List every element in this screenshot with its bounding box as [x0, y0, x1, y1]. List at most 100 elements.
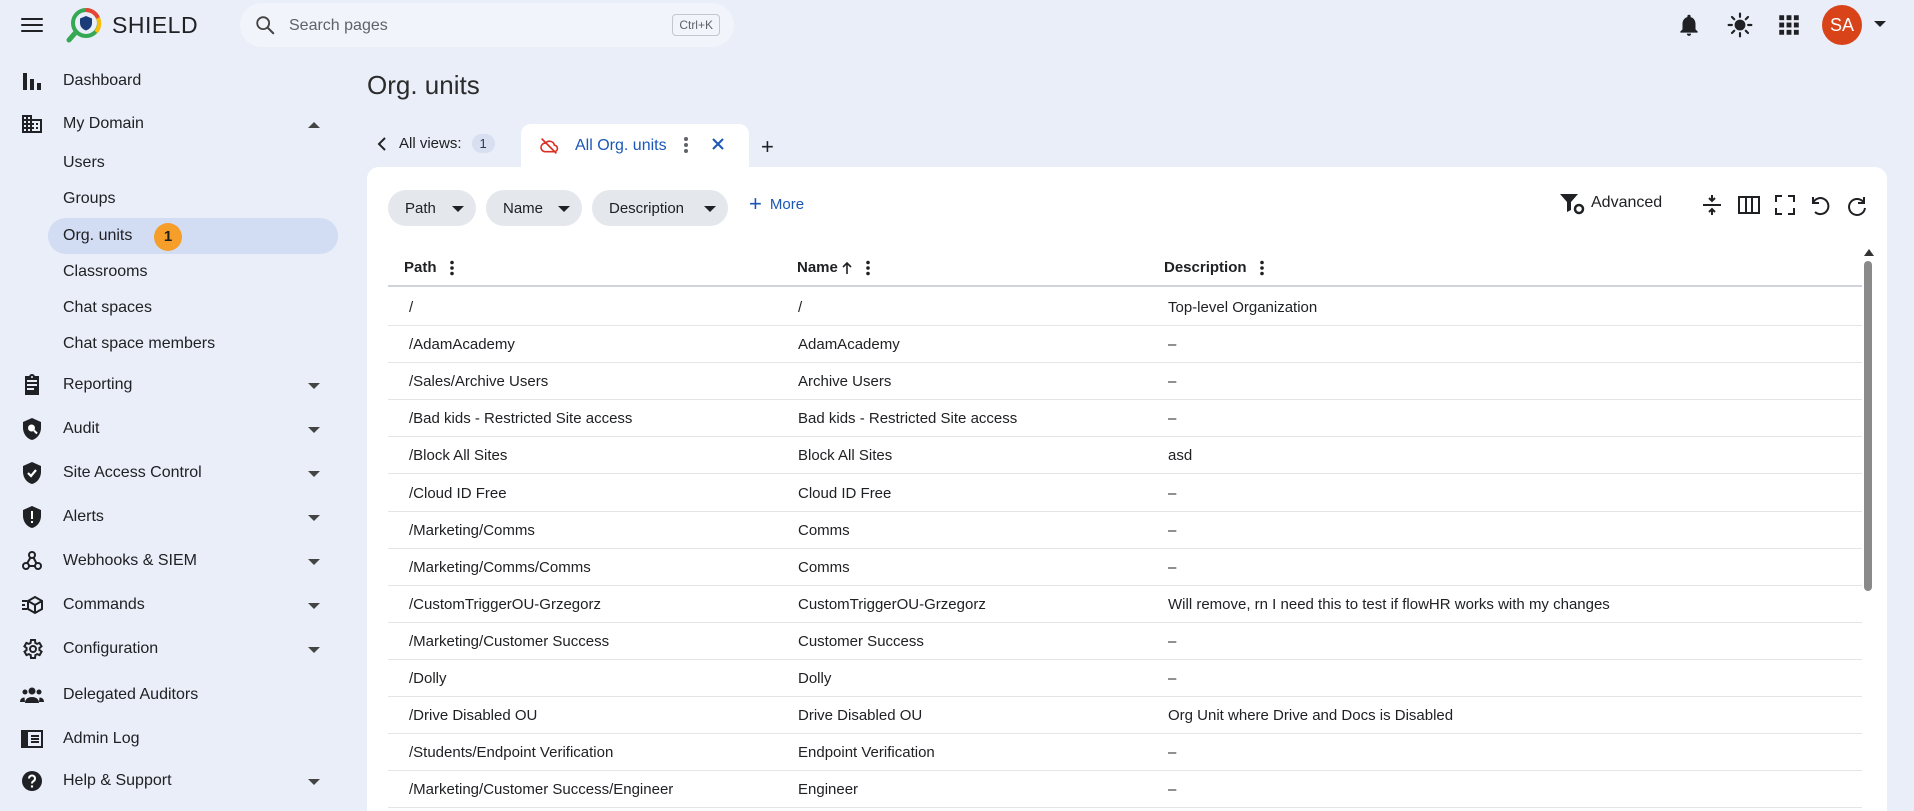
- sidebar-subitem-classrooms[interactable]: Classrooms: [48, 254, 338, 290]
- sidebar-item-reporting[interactable]: Reporting: [0, 367, 345, 403]
- commands-icon: [22, 595, 43, 615]
- sidebar-subitem-chat-spaces[interactable]: Chat spaces: [48, 290, 338, 326]
- table-row[interactable]: /Marketing/Customer Success/Engineer Engi…: [388, 771, 1862, 809]
- cell-path: /Drive Disabled OU: [409, 707, 538, 725]
- sidebar-item-my-domain[interactable]: My Domain: [0, 106, 345, 142]
- cell-path: /Marketing/Customer Success/Engineer: [409, 781, 674, 799]
- notifications-bell-icon[interactable]: [1676, 12, 1702, 38]
- menu-icon[interactable]: [20, 14, 44, 36]
- table-row[interactable]: /CustomTriggerOU-Grzegorz CustomTriggerOU…: [388, 586, 1862, 623]
- sidebar-item-alerts[interactable]: Alerts: [0, 499, 345, 535]
- sidebar-subitem-users[interactable]: Users: [48, 145, 338, 181]
- sort-ascending-icon: [842, 261, 852, 274]
- cell-name: Archive Users: [798, 373, 892, 391]
- chevron-down-icon: [558, 206, 570, 212]
- log-icon: [21, 730, 43, 748]
- filter-name[interactable]: Name: [486, 190, 582, 226]
- column-label: Description: [1164, 259, 1247, 276]
- sidebar-item-admin-log[interactable]: Admin Log: [0, 721, 345, 757]
- table-row[interactable]: /AdamAcademy AdamAcademy –: [388, 326, 1862, 364]
- cell-name: Dolly: [798, 670, 832, 687]
- cell-name: Drive Disabled OU: [798, 707, 923, 725]
- table-row[interactable]: /Drive Disabled OU Drive Disabled OU Org U…: [388, 697, 1862, 735]
- table-row[interactable]: /Students/Endpoint Verification Endpoint …: [388, 734, 1862, 772]
- cell-path: /Bad kids - Restricted Site access: [409, 410, 633, 428]
- webhook-icon: [22, 551, 42, 570]
- shield-logo-icon: [66, 8, 102, 43]
- sidebar-subitem-chat-space-members[interactable]: Chat space members: [48, 326, 338, 362]
- search-bar[interactable]: Search pages Ctrl+K: [240, 3, 734, 47]
- more-vert-icon[interactable]: [1259, 260, 1265, 276]
- table-row[interactable]: /Bad kids - Restricted Site access Bad ki…: [388, 400, 1862, 438]
- cell-description: Org Unit where Drive and Docs is Disable…: [1168, 707, 1454, 725]
- cell-description: –: [1168, 410, 1177, 428]
- cell-name: AdamAcademy: [798, 336, 900, 354]
- sidebar-item-dashboard[interactable]: Dashboard: [0, 63, 345, 99]
- density-icon[interactable]: [1700, 193, 1724, 217]
- column-header-path[interactable]: Path: [404, 259, 455, 276]
- cell-path: /CustomTriggerOU-Grzegorz: [409, 595, 601, 613]
- table-row[interactable]: /Marketing/Customer Success Customer Succ…: [388, 623, 1862, 660]
- scrollbar-thumb[interactable]: [1864, 261, 1872, 591]
- column-label: Name: [797, 259, 838, 276]
- table-row[interactable]: /Marketing/Comms Comms –: [388, 512, 1862, 549]
- people-icon: [20, 687, 44, 703]
- search-input[interactable]: Search pages: [289, 17, 388, 35]
- close-icon[interactable]: [711, 137, 725, 151]
- all-views-button[interactable]: All views: 1: [377, 134, 495, 153]
- chevron-down-icon: [308, 603, 320, 609]
- sidebar-item-commands[interactable]: Commands: [0, 587, 345, 623]
- more-label: More: [769, 195, 805, 213]
- column-header-name[interactable]: Name: [797, 259, 871, 276]
- plus-icon: +: [749, 191, 762, 216]
- chevron-down-icon: [452, 206, 464, 212]
- columns-icon[interactable]: [1737, 193, 1761, 217]
- sidebar-item-label: My Domain: [63, 115, 144, 132]
- chevron-down-icon: [308, 515, 320, 521]
- tab-all-org-units[interactable]: All Org. units: [521, 124, 749, 168]
- sidebar-item-label: Audit: [63, 420, 100, 437]
- sidebar-item-site-access-control[interactable]: Site Access Control: [0, 455, 345, 491]
- apps-grid-icon[interactable]: [1776, 12, 1802, 38]
- sidebar-item-webhooks-siem[interactable]: Webhooks & SIEM: [0, 543, 345, 579]
- cell-name: /: [798, 299, 803, 316]
- scroll-up-icon[interactable]: [1864, 249, 1874, 256]
- sidebar-item-help-support[interactable]: Help & Support: [0, 763, 345, 799]
- gear-icon: [23, 639, 43, 659]
- refresh-icon[interactable]: [1845, 193, 1869, 217]
- column-header-description[interactable]: Description: [1164, 259, 1265, 276]
- more-vert-icon[interactable]: [865, 260, 871, 276]
- table-row[interactable]: /Dolly Dolly –: [388, 660, 1862, 697]
- table-row[interactable]: /Block All Sites Block All Sites asd: [388, 437, 1862, 475]
- sidebar-subitem-groups[interactable]: Groups: [48, 181, 338, 217]
- fullscreen-icon[interactable]: [1773, 193, 1797, 217]
- cell-name: CustomTriggerOU-Grzegorz: [798, 595, 986, 613]
- table-row[interactable]: / / Top-level Organization: [388, 289, 1862, 326]
- undo-icon[interactable]: [1808, 193, 1832, 217]
- vertical-scrollbar[interactable]: [1863, 249, 1874, 811]
- search-icon: [256, 16, 275, 35]
- chevron-down-icon[interactable]: [1874, 21, 1886, 27]
- more-vert-icon[interactable]: [449, 260, 455, 276]
- table-row[interactable]: /Marketing/Comms/Comms Comms –: [388, 549, 1862, 586]
- filter-settings-icon: [1560, 194, 1585, 215]
- table-row[interactable]: /Sales/Archive Users Archive Users –: [388, 363, 1862, 401]
- cell-path: /Marketing/Comms/Comms: [409, 558, 591, 576]
- add-tab-button[interactable]: +: [761, 134, 774, 160]
- filter-path[interactable]: Path: [388, 190, 476, 226]
- sidebar-item-audit[interactable]: Audit: [0, 411, 345, 447]
- sidebar-item-delegated-auditors[interactable]: Delegated Auditors: [0, 677, 345, 713]
- more-vert-icon[interactable]: [683, 136, 689, 154]
- user-avatar[interactable]: SA: [1822, 5, 1862, 45]
- chevron-down-icon: [308, 471, 320, 477]
- filter-description[interactable]: Description: [592, 190, 728, 226]
- audit-shield-icon: [23, 418, 41, 440]
- sidebar-item-configuration[interactable]: Configuration: [0, 631, 345, 667]
- cell-name: Engineer: [798, 781, 859, 799]
- cell-description: –: [1168, 670, 1177, 687]
- sidebar-subitem-label: Users: [63, 154, 105, 171]
- more-filters-button[interactable]: + More: [749, 191, 805, 216]
- theme-sun-icon[interactable]: [1727, 12, 1753, 38]
- table-row[interactable]: /Cloud ID Free Cloud ID Free –: [388, 475, 1862, 512]
- sidebar-subitem-org-units[interactable]: Org. units 1: [48, 218, 338, 254]
